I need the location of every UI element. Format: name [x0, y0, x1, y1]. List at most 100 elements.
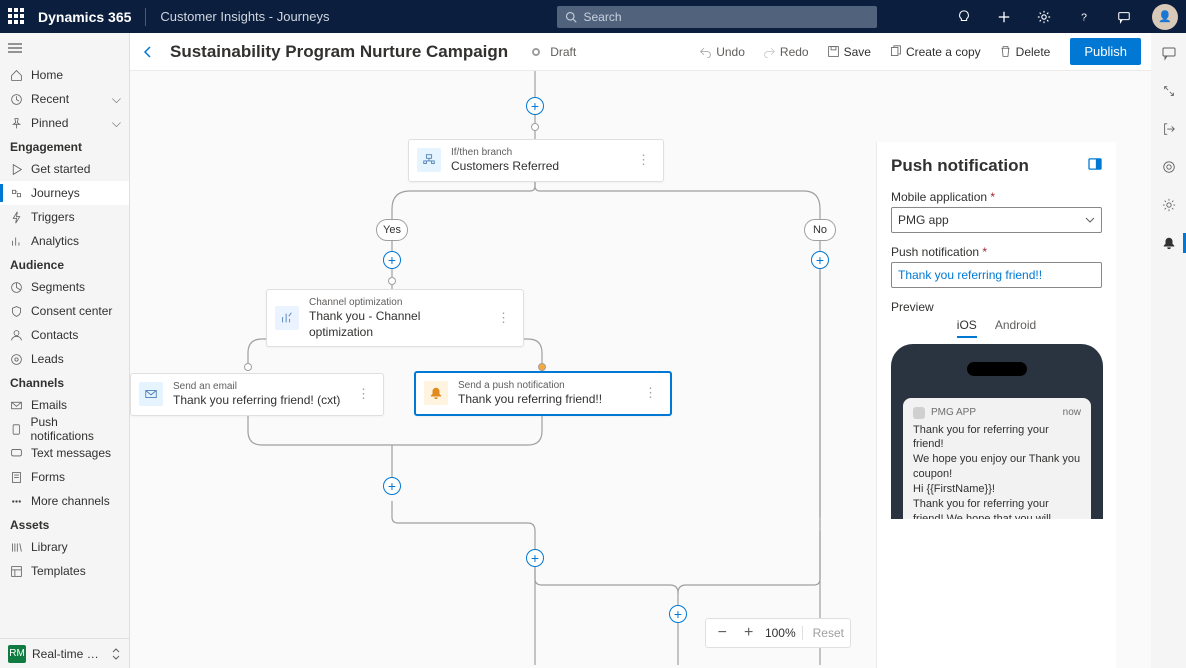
- node-more[interactable]: ⋮: [640, 385, 662, 401]
- rail-settings[interactable]: [1159, 195, 1179, 215]
- notif-line3: Hi {{FirstName}}!: [913, 482, 1081, 497]
- add-step-bottom[interactable]: +: [669, 605, 687, 623]
- rail-goal[interactable]: [1159, 157, 1179, 177]
- zoom-level: 100%: [765, 626, 796, 640]
- pie-icon: [10, 281, 23, 294]
- chevron-down-icon: ⌵: [112, 92, 121, 107]
- sidebar-item-contacts[interactable]: Contacts: [0, 323, 129, 347]
- pin-icon: [10, 117, 23, 130]
- sidebar-item-more-channels[interactable]: More channels: [0, 489, 129, 513]
- app-icon: [913, 407, 925, 419]
- lightbulb-icon[interactable]: [948, 0, 980, 33]
- panel-expand[interactable]: [1088, 158, 1102, 170]
- updown-icon: [111, 648, 121, 660]
- back-button[interactable]: [140, 44, 156, 60]
- publish-button[interactable]: Publish: [1070, 38, 1141, 65]
- node-more[interactable]: ⋮: [633, 152, 655, 168]
- sidebar-item-pinned[interactable]: Pinned⌵: [0, 111, 129, 135]
- sidebar-item-consent[interactable]: Consent center: [0, 299, 129, 323]
- add-step-merge2[interactable]: +: [526, 549, 544, 567]
- notif-line1: Thank you for referring your friend!: [913, 423, 1081, 453]
- plus-icon[interactable]: [988, 0, 1020, 33]
- sidebar-item-home[interactable]: Home: [0, 63, 129, 87]
- rail-exit[interactable]: [1159, 119, 1179, 139]
- app-launcher[interactable]: [8, 8, 26, 26]
- rail-copilot[interactable]: [1159, 43, 1179, 63]
- copy-icon: [889, 45, 902, 58]
- node-label: Channel optimization: [309, 296, 483, 309]
- sidebar-item-emails[interactable]: Emails: [0, 393, 129, 417]
- section-audience: Audience: [0, 253, 129, 275]
- node-value: Thank you referring friend!!: [458, 392, 602, 408]
- node-value: Thank you referring friend! (cxt): [173, 393, 340, 409]
- node-branch[interactable]: If/then branch Customers Referred ⋮: [408, 139, 664, 182]
- sidebar-item-getstarted[interactable]: Get started: [0, 157, 129, 181]
- user-avatar[interactable]: 👤: [1152, 4, 1178, 30]
- redo-button[interactable]: Redo: [759, 41, 813, 63]
- global-search[interactable]: Search: [557, 6, 877, 28]
- yes-label: Yes: [376, 219, 408, 241]
- node-channel-opt[interactable]: Channel optimization Thank you - Channel…: [266, 289, 524, 347]
- undo-button[interactable]: Undo: [695, 41, 749, 63]
- sidebar-item-forms[interactable]: Forms: [0, 465, 129, 489]
- add-step-no[interactable]: +: [811, 251, 829, 269]
- delete-button[interactable]: Delete: [995, 41, 1055, 63]
- push-lookup[interactable]: [891, 262, 1102, 288]
- field-label-app: Mobile application *: [891, 190, 1102, 204]
- status-label: Draft: [550, 45, 576, 59]
- area-switcher[interactable]: RM Real-time marketi...: [0, 638, 129, 668]
- chat-icon[interactable]: [1108, 0, 1140, 33]
- nav-toggle[interactable]: [0, 39, 129, 63]
- tab-ios[interactable]: iOS: [957, 318, 977, 338]
- section-channels: Channels: [0, 371, 129, 393]
- zoom-out-button[interactable]: −: [712, 624, 732, 642]
- form-icon: [10, 471, 23, 484]
- library-icon: [10, 541, 23, 554]
- sidebar-item-analytics[interactable]: Analytics: [0, 229, 129, 253]
- section-engagement: Engagement: [0, 135, 129, 157]
- node-push[interactable]: Send a push notification Thank you refer…: [414, 371, 672, 416]
- bell-icon: [424, 381, 448, 405]
- sidebar-item-journeys[interactable]: Journeys: [0, 181, 129, 205]
- redo-icon: [763, 45, 776, 58]
- save-button[interactable]: Save: [823, 41, 875, 63]
- help-icon[interactable]: ?: [1068, 0, 1100, 33]
- add-step-yes[interactable]: +: [383, 251, 401, 269]
- chart-icon: [10, 235, 23, 248]
- rail-notifications[interactable]: [1159, 233, 1179, 253]
- status-dot: [532, 48, 540, 56]
- notif-line4: Thank you for referring your friend! We …: [913, 497, 1081, 519]
- sidebar-item-triggers[interactable]: Triggers: [0, 205, 129, 229]
- notif-app: PMG APP: [931, 406, 976, 420]
- zoom-in-button[interactable]: +: [738, 624, 758, 642]
- sidebar-item-segments[interactable]: Segments: [0, 275, 129, 299]
- message-icon: [10, 447, 23, 460]
- node-more[interactable]: ⋮: [353, 386, 375, 402]
- panel-heading: Push notification: [891, 156, 1102, 176]
- chevron-down-icon: [1085, 215, 1095, 225]
- node-email[interactable]: Send an email Thank you referring friend…: [130, 373, 384, 416]
- sidebar-item-recent[interactable]: Recent⌵: [0, 87, 129, 111]
- push-value-input[interactable]: [898, 268, 1095, 282]
- sidebar-item-push[interactable]: Push notifications: [0, 417, 129, 441]
- sidebar-item-library[interactable]: Library: [0, 535, 129, 559]
- template-icon: [10, 565, 23, 578]
- sidebar-item-templates[interactable]: Templates: [0, 559, 129, 583]
- mail-icon: [10, 399, 23, 412]
- search-icon: [565, 11, 577, 23]
- tab-android[interactable]: Android: [995, 318, 1036, 338]
- home-icon: [10, 69, 23, 82]
- rail-expand[interactable]: [1159, 81, 1179, 101]
- node-more[interactable]: ⋮: [493, 310, 515, 326]
- mobile-app-select[interactable]: PMG app: [891, 207, 1102, 233]
- sidebar-item-text[interactable]: Text messages: [0, 441, 129, 465]
- divider: [145, 8, 146, 26]
- save-icon: [827, 45, 840, 58]
- gear-icon[interactable]: [1028, 0, 1060, 33]
- sidebar-item-leads[interactable]: Leads: [0, 347, 129, 371]
- zoom-reset-button[interactable]: Reset: [802, 626, 844, 640]
- copy-button[interactable]: Create a copy: [885, 41, 985, 63]
- add-step-top[interactable]: +: [526, 97, 544, 115]
- node-label: Send an email: [173, 380, 340, 393]
- add-step-merge1[interactable]: +: [383, 477, 401, 495]
